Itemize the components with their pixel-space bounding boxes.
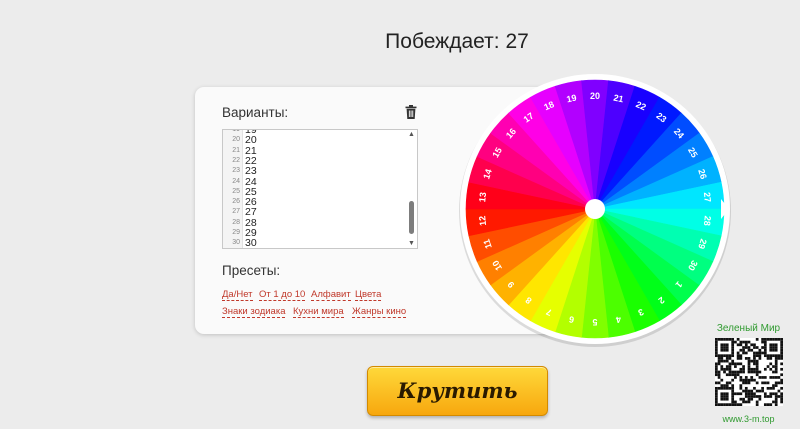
wheel-segment-label: 13 bbox=[477, 192, 488, 203]
scrollbar[interactable]: ▲ ▼ bbox=[407, 130, 417, 248]
variant-value: 30 bbox=[245, 237, 257, 249]
badge-url: www.3-m.top bbox=[722, 414, 775, 424]
line-number: 20 bbox=[232, 136, 240, 144]
wheel-svg: 12345678910111213141516171819 20 212223242… bbox=[459, 74, 731, 347]
line-number: 21 bbox=[232, 146, 240, 154]
preset-movie-genres[interactable]: Жанры кино bbox=[352, 306, 407, 318]
trash-icon[interactable] bbox=[405, 105, 417, 119]
variant-row: 23 23 bbox=[223, 165, 403, 178]
scroll-thumb[interactable] bbox=[409, 201, 414, 234]
variants-label: Варианты: bbox=[222, 105, 289, 120]
variant-value: 23 bbox=[245, 165, 257, 178]
qr-code-icon bbox=[714, 338, 783, 406]
line-number: 26 bbox=[232, 198, 240, 206]
wheel-segment-label: 19 bbox=[566, 93, 578, 105]
preset-alphabet[interactable]: Алфавит bbox=[311, 289, 351, 301]
preset-1-to-10[interactable]: От 1 до 10 bbox=[259, 289, 306, 301]
fortune-wheel[interactable]: 1 2 3 4 5 6 7 8 9 10 11 12 13 14 15 16 17 18 19 20 21 22 23 24 2… bbox=[459, 73, 731, 347]
wheel-segment-label: 28 bbox=[702, 215, 713, 226]
result-heading: Побеждает: 27 bbox=[0, 30, 800, 54]
wheel-segment-label: 5 bbox=[592, 317, 597, 327]
wheel-segment-label: 20 bbox=[590, 91, 600, 101]
wheel-segment-label: 27 bbox=[702, 192, 713, 203]
variant-row: 30 30 bbox=[223, 238, 403, 248]
line-number: 27 bbox=[232, 208, 240, 216]
site-badge[interactable]: Зеленый Мир www.3-m.top bbox=[700, 322, 797, 425]
wheel-segment-label: 21 bbox=[613, 93, 625, 105]
result-label: Побеждает: bbox=[385, 30, 500, 53]
preset-yes-no[interactable]: Да/Нет bbox=[222, 289, 253, 301]
presets-label: Пресеты: bbox=[222, 263, 281, 278]
wheel-hub bbox=[585, 199, 605, 219]
line-number: 28 bbox=[232, 218, 240, 226]
scroll-up-icon[interactable]: ▲ bbox=[408, 131, 415, 138]
line-number: 29 bbox=[232, 229, 240, 236]
line-number: 30 bbox=[232, 239, 240, 247]
badge-title: Зеленый Мир bbox=[716, 323, 781, 334]
variants-textarea[interactable]: 19 19 20 20 21 21 22 22 23 23 24 24 25 25 26 26 27 27 28 28… bbox=[222, 129, 418, 249]
preset-colors[interactable]: Цвета bbox=[355, 289, 382, 301]
line-number: 22 bbox=[232, 156, 240, 164]
preset-cuisines[interactable]: Кухни мира bbox=[293, 306, 344, 318]
line-number: 24 bbox=[232, 177, 240, 185]
line-number: 25 bbox=[232, 187, 240, 195]
scroll-down-icon[interactable]: ▼ bbox=[408, 240, 415, 247]
wheel-segment-label: 12 bbox=[477, 215, 488, 226]
line-number: 23 bbox=[232, 167, 240, 175]
spin-button[interactable]: Крутить bbox=[367, 366, 548, 416]
preset-zodiac[interactable]: Знаки зодиака bbox=[222, 306, 286, 318]
result-value: 27 bbox=[505, 30, 529, 53]
